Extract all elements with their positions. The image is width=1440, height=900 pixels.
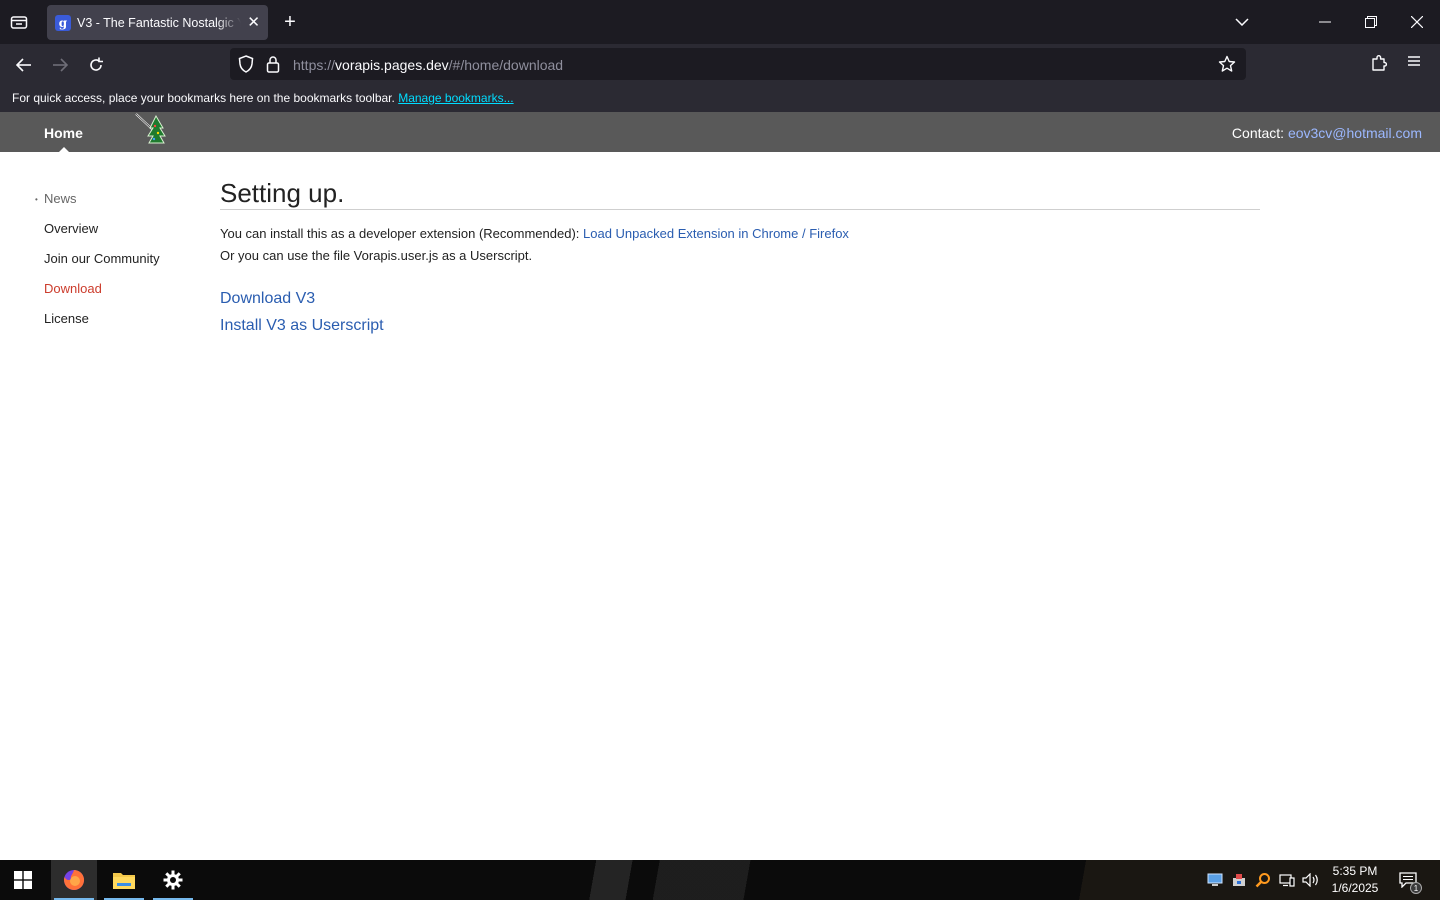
notification-count-badge: 1	[1410, 882, 1422, 894]
browser-tab[interactable]: g V3 - The Fantastic Nostalgic Yo ✕	[47, 5, 268, 40]
chevron-down-icon[interactable]	[1232, 12, 1252, 32]
star-icon[interactable]	[1218, 55, 1236, 78]
userscript-instructions: Or you can use the file Vorapis.user.js …	[220, 248, 533, 263]
heading-divider	[220, 209, 1260, 210]
windows-start-icon[interactable]	[0, 860, 46, 900]
address-bar[interactable]: https://vorapis.pages.dev/#/home/downloa…	[230, 48, 1246, 80]
install-text: You can install this as a developer exte…	[220, 226, 584, 241]
network-icon[interactable]	[1278, 871, 1296, 889]
manage-bookmarks-link[interactable]: Manage bookmarks...	[398, 91, 513, 105]
display-icon[interactable]	[1206, 871, 1224, 889]
firefox-icon[interactable]	[51, 860, 97, 900]
url-host: vorapis.pages.dev	[335, 57, 449, 73]
bookmarks-message: For quick access, place your bookmarks h…	[12, 91, 395, 105]
sidebar-item-join-community[interactable]: Join our Community	[44, 251, 160, 266]
christmas-tree-cursor-icon	[134, 113, 170, 150]
search-tray-icon[interactable]	[1254, 871, 1272, 889]
bookmarks-toolbar: For quick access, place your bookmarks h…	[0, 84, 1440, 112]
network-share-icon[interactable]	[1230, 871, 1248, 889]
reload-icon[interactable]	[83, 52, 109, 78]
hamburger-icon[interactable]	[1406, 54, 1422, 73]
restore-button[interactable]	[1348, 0, 1394, 44]
site-header: Home Contact: eov3cv@hotmail.com	[0, 112, 1440, 153]
file-explorer-icon[interactable]	[101, 860, 147, 900]
page-title: Setting up.	[220, 178, 345, 208]
site-favicon-icon: g	[55, 14, 71, 31]
tab-strip: g V3 - The Fantastic Nostalgic Yo ✕ +	[0, 0, 1440, 44]
contact-label: Contact:	[1231, 125, 1285, 141]
close-tab-icon[interactable]: ✕	[247, 15, 260, 30]
clock-date: 1/6/2025	[1331, 881, 1379, 895]
sidebar-item-license[interactable]: License	[44, 311, 89, 326]
download-v3-link[interactable]: Download V3	[220, 290, 315, 308]
minimize-button[interactable]	[1302, 0, 1348, 44]
volume-icon[interactable]	[1302, 871, 1320, 889]
contact-info: Contact: eov3cv@hotmail.com	[1232, 125, 1422, 141]
clock-time: 5:35 PM	[1332, 864, 1378, 878]
load-unpacked-link[interactable]: Load Unpacked Extension in Chrome / Fire…	[583, 226, 849, 241]
lock-icon[interactable]	[266, 55, 280, 78]
sidebar-bullet: •	[35, 195, 38, 204]
tab-list-icon[interactable]	[8, 12, 30, 32]
home-nav-link[interactable]: Home	[44, 125, 83, 141]
sidebar-item-download[interactable]: Download	[44, 281, 102, 296]
system-clock[interactable]: 5:35 PM 1/6/2025	[1326, 863, 1384, 897]
tab-title: V3 - The Fantastic Nostalgic Yo	[77, 15, 241, 30]
notification-center-icon[interactable]: 1	[1396, 868, 1422, 894]
shield-icon[interactable]	[238, 55, 254, 78]
forward-arrow-icon[interactable]	[47, 52, 73, 78]
navigation-toolbar: https://vorapis.pages.dev/#/home/downloa…	[0, 44, 1440, 84]
active-nav-pointer	[58, 147, 70, 153]
plus-icon[interactable]: +	[280, 12, 300, 32]
install-instructions: You can install this as a developer exte…	[220, 226, 849, 241]
url-path: /#/home/download	[448, 57, 564, 73]
settings-gear-icon[interactable]	[150, 860, 196, 900]
sidebar-item-news[interactable]: News	[44, 191, 77, 206]
back-arrow-icon[interactable]	[11, 52, 37, 78]
taskbar	[0, 860, 1440, 900]
contact-email-link[interactable]: eov3cv@hotmail.com	[1288, 125, 1422, 141]
install-userscript-link[interactable]: Install V3 as Userscript	[220, 317, 384, 335]
sidebar-item-overview[interactable]: Overview	[44, 221, 98, 236]
close-window-button[interactable]	[1394, 0, 1440, 44]
url-scheme: https://	[293, 57, 336, 73]
url-text[interactable]: https://vorapis.pages.dev/#/home/downloa…	[293, 57, 563, 73]
puzzle-icon[interactable]	[1370, 54, 1388, 77]
